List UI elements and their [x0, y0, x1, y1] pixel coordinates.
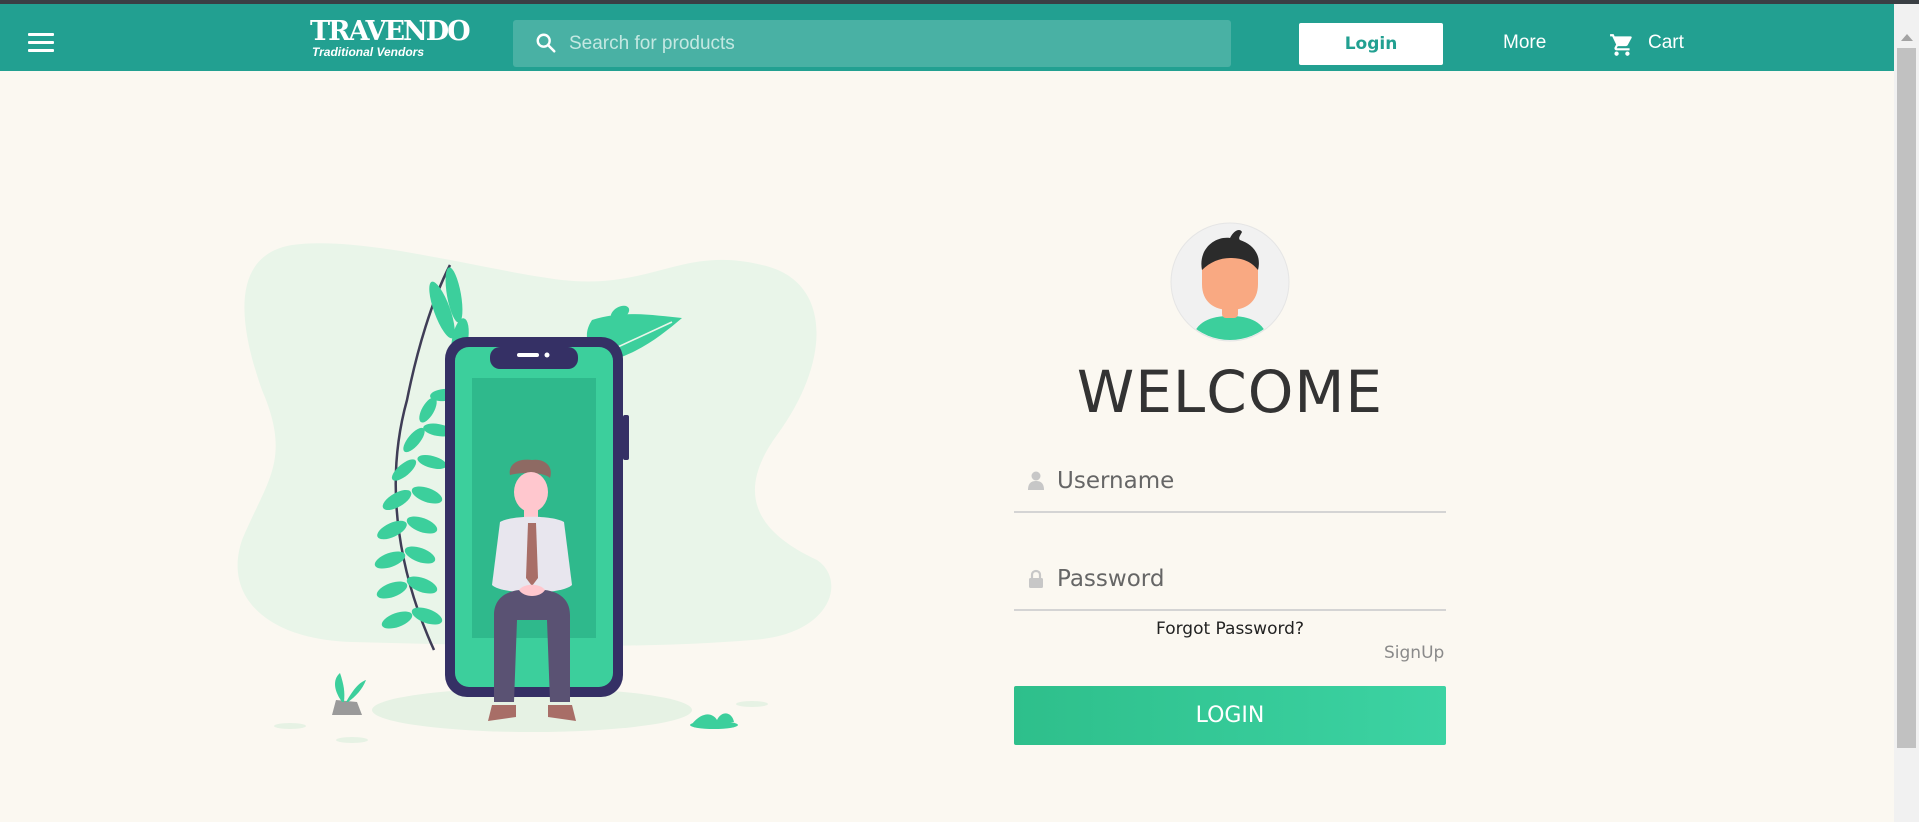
brand-logo[interactable]: TRAVENDO Traditional Vendors — [310, 16, 471, 59]
scroll-thumb[interactable] — [1897, 48, 1916, 748]
username-field — [1014, 453, 1446, 513]
welcome-title: WELCOME — [1076, 358, 1384, 426]
menu-icon[interactable] — [28, 33, 54, 53]
signup-link[interactable]: SignUp — [1384, 643, 1444, 663]
logo-tagline: Traditional Vendors — [312, 45, 425, 59]
vertical-scrollbar[interactable] — [1894, 4, 1919, 822]
search-icon[interactable] — [535, 32, 557, 54]
top-navbar: TRAVENDO Traditional Vendors Login More … — [0, 4, 1894, 71]
user-avatar — [1170, 222, 1290, 342]
header-login-button[interactable]: Login — [1299, 23, 1443, 65]
password-input[interactable] — [1057, 551, 1437, 607]
login-submit-button[interactable]: LOGIN — [1014, 686, 1446, 745]
username-input[interactable] — [1057, 453, 1437, 509]
cart-label: Cart — [1648, 32, 1684, 53]
scroll-up-arrow-icon[interactable] — [1901, 34, 1913, 41]
login-illustration — [237, 243, 832, 743]
user-icon — [1028, 471, 1044, 490]
logo-title: TRAVENDO — [310, 16, 471, 47]
more-menu[interactable]: More — [1503, 32, 1546, 54]
password-field — [1014, 551, 1446, 611]
search-input[interactable] — [569, 20, 1209, 67]
cart-icon — [1610, 34, 1632, 56]
forgot-password-link[interactable]: Forgot Password? — [1014, 619, 1446, 639]
search-bar — [513, 20, 1231, 67]
lock-icon — [1029, 569, 1043, 588]
